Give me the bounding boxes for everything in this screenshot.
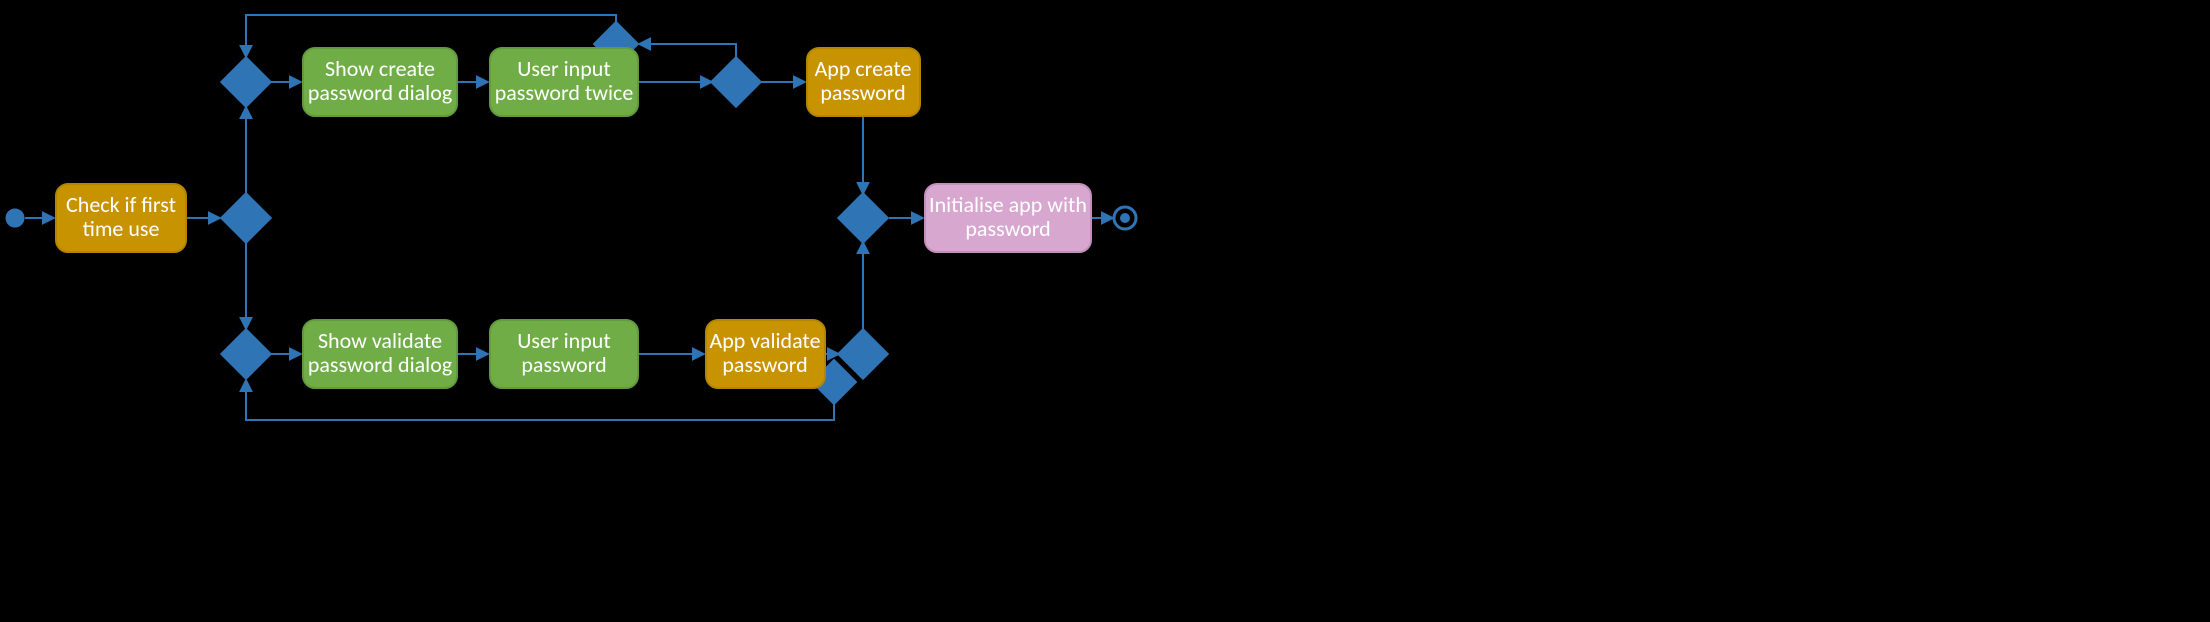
task-app-create-label-2: password (820, 79, 905, 106)
task-input-twice-label-1: User input (517, 55, 610, 82)
task-init-app-label-2: password (965, 215, 1050, 242)
task-show-validate: Show validate password dialog (303, 320, 457, 388)
task-app-create: App create password (807, 48, 920, 116)
task-input-twice-label-2: password twice (495, 79, 634, 106)
task-input-once-label-1: User input (517, 327, 610, 354)
task-app-validate-label-1: App validate (709, 327, 820, 354)
end-event-inner (1120, 213, 1130, 223)
task-app-validate: App validate password (706, 320, 825, 388)
task-init-app-label-1: Initialise app with (929, 191, 1087, 218)
task-app-create-label-1: App create (815, 55, 912, 82)
task-init-app: Initialise app with password (925, 184, 1091, 252)
gateway-main-split (221, 193, 272, 244)
flow-diagram: Check if first time use Show create pass… (0, 0, 1580, 445)
task-check-first: Check if first time use (56, 184, 186, 252)
task-app-validate-label-2: password (722, 351, 807, 378)
task-check-first-label-1: Check if first (66, 191, 176, 218)
task-show-validate-label-2: password dialog (308, 351, 452, 378)
gateway-main-join (838, 193, 889, 244)
task-show-create-label-2: password dialog (308, 79, 452, 106)
task-input-once: User input password (490, 320, 638, 388)
gateway-bottom-entry (221, 329, 272, 380)
start-event (6, 209, 24, 227)
task-show-create-label-1: Show create (325, 55, 435, 82)
task-input-twice: User input password twice (490, 48, 638, 116)
task-check-first-label-2: time use (83, 215, 160, 242)
gateway-top-entry (221, 57, 272, 108)
flow-gt-to-loopnode-top (640, 44, 736, 57)
task-show-create: Show create password dialog (303, 48, 457, 116)
gateway-top-mid (711, 57, 762, 108)
task-show-validate-label-1: Show validate (318, 327, 442, 354)
task-input-once-label-2: password (521, 351, 606, 378)
